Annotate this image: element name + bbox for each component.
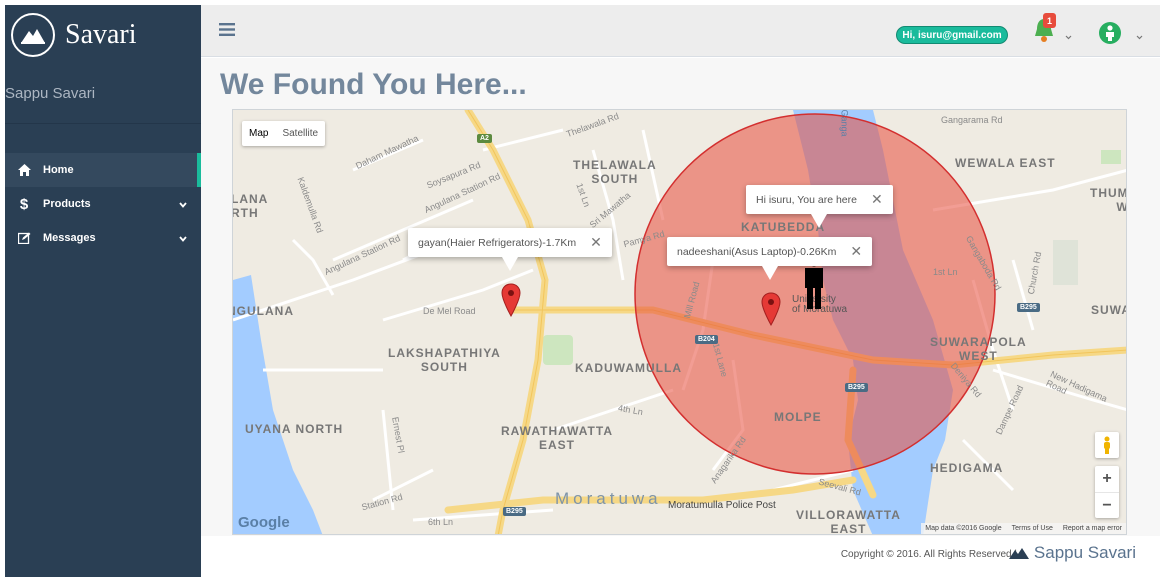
dollar-icon: $ [19,195,29,213]
sidebar-item-label: Home [43,164,74,176]
road-label: De Mel Road [423,306,476,316]
page-title: We Found You Here... [220,68,527,101]
home-icon [13,164,35,176]
sidebar-item-products[interactable]: $ Products [5,187,201,221]
map-type-map-button[interactable]: Map [242,121,275,146]
mountain-logo-icon [1008,548,1029,559]
place-label: WEWALA EAST [955,156,1056,170]
street-view-pegman-icon[interactable] [1095,432,1119,458]
brand[interactable]: Savari [11,13,137,57]
zoom-in-button[interactable]: + [1095,466,1119,492]
footer-brand: Sappu Savari [1008,543,1136,563]
info-window-nadeeshani: nadeeshani(Asus Laptop)-0.26Km ✕ [667,237,873,280]
road-label: Gangarama Rd [941,115,1003,125]
google-logo: Google [238,514,290,531]
info-window-text: gayan(Haier Refrigerators)-1.7Km [418,236,577,249]
info-window-current-user: Hi isuru, You are here ✕ [746,185,893,228]
place-label: KADUWAMULLA [575,361,682,375]
sea-label: Moratuwa [555,489,662,508]
road-label: 6th Ln [428,517,454,527]
sidebar-item-messages[interactable]: Messages [5,221,201,255]
mountain-logo-icon [11,13,55,57]
info-window-text: nadeeshani(Asus Laptop)-0.26Km [677,245,837,258]
map-type-satellite-button[interactable]: Satellite [275,121,325,146]
place-label: UYANA NORTH [245,422,344,436]
top-navbar: Hi, isuru@gmail.com 1 [201,5,1160,57]
chevron-down-icon [179,233,187,245]
place-label: LANA RTH [232,192,269,220]
brand-name: Savari [65,19,137,50]
sidebar-item-home[interactable]: Home [5,153,201,187]
info-window-text: Hi isuru, You are here [756,193,857,206]
user-email-badge[interactable]: Hi, isuru@gmail.com [896,26,1008,44]
copyright-text: Copyright © 2016. All Rights Reserved.| [840,549,1017,560]
place-label: NGULANA [232,304,294,318]
place-label: HEDIGAMA [930,461,1004,475]
map-marker-icon[interactable] [501,283,521,322]
sidebar-nav: Home $ Products Messages [5,153,201,255]
map-marker-icon[interactable] [761,292,781,331]
road-shield: B295 [1017,303,1040,312]
road-label: 1st Ln [933,267,958,277]
river-label: as Ganga [839,109,850,137]
menu-toggle-icon[interactable] [219,23,235,41]
zoom-out-button[interactable]: − [1095,492,1119,518]
chevron-down-icon[interactable] [1065,27,1072,45]
map-data-credit: Map data ©2016 Google [925,525,1002,532]
info-window-gayan: gayan(Haier Refrigerators)-1.7Km ✕ [408,228,612,271]
sidebar-item-label: Messages [43,232,96,244]
google-map[interactable]: Map Satellite THELAWALA SOUTH WEWALA EAS… [232,109,1127,535]
footer: Copyright © 2016. All Rights Reserved.| … [201,536,1160,577]
zoom-control: + − [1095,466,1119,518]
place-label: RAWATHAWATTA EAST [501,424,613,452]
road-shield: B295 [503,507,526,516]
map-attribution: Map data ©2016 Google Terms of Use Repor… [921,523,1126,534]
place-label: THUM W [1090,186,1127,214]
place-label: MOLPE [774,410,822,424]
user-avatar-icon[interactable] [1099,22,1121,44]
close-icon[interactable]: ✕ [590,234,602,251]
road-shield: B204 [695,335,718,344]
chevron-down-icon [179,199,187,211]
place-label: VILLORAWATTA EAST [796,508,901,535]
road-shield: A2 [477,134,492,143]
close-icon[interactable]: ✕ [871,191,883,208]
place-label: SUWARAPOLA WEST [930,335,1027,363]
poi-police-post: Moratumulla Police Post [668,500,776,511]
report-error-link[interactable]: Report a map error [1063,525,1122,532]
map-type-control: Map Satellite [242,121,326,146]
road-shield: B295 [845,383,868,392]
edit-icon [13,232,35,244]
sidebar-item-label: Products [43,198,91,210]
place-label: LAKSHAPATHIYA SOUTH [388,346,501,374]
google-logo-text: Google [238,514,290,531]
sidebar: Savari Sappu Savari Home $ Products Mess… [5,5,201,577]
notification-count-badge: 1 [1043,13,1056,28]
place-label: SUWA [1091,303,1127,317]
brand-subtitle: Sappu Savari [5,85,96,102]
chevron-down-icon[interactable] [1136,27,1143,45]
sidebar-divider [5,123,201,124]
footer-brand-name: Sappu Savari [1033,543,1136,562]
place-label: THELAWALA SOUTH [573,158,657,186]
terms-link[interactable]: Terms of Use [1012,525,1053,532]
close-icon[interactable]: ✕ [850,243,862,260]
